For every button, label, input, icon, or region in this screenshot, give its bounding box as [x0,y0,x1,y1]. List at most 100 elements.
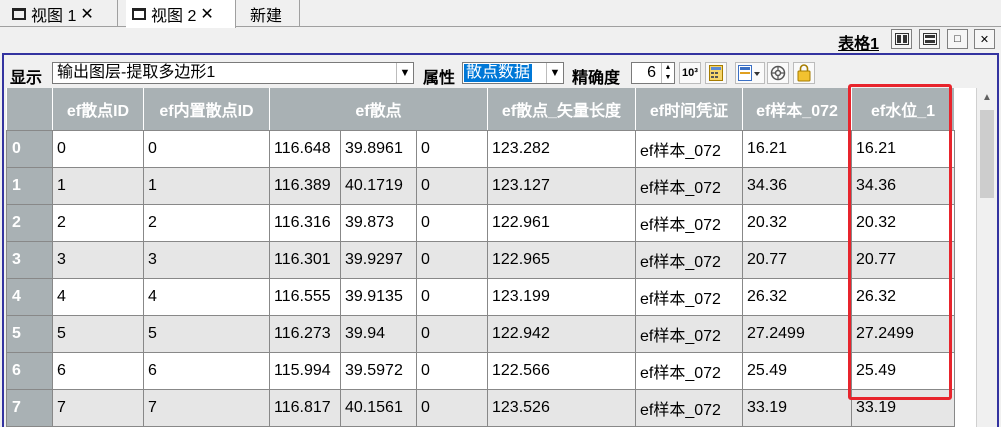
table-cell[interactable]: 122.942 [487,314,636,353]
tab-view-1[interactable]: 视图 1 ✕ [6,0,118,27]
scroll-up-icon[interactable]: ▲ [977,88,997,108]
table-cell[interactable]: 116.648 [269,129,341,168]
table-cell[interactable]: 123.127 [487,166,636,205]
table-cell[interactable]: ef样本_072 [635,166,743,205]
table-row[interactable]: 0 0 0 116.648 39.8961 0 123.282 ef样本_072 16.21 16… [6,129,955,168]
table-cell[interactable]: ef样本_072 [635,314,743,353]
table-cell[interactable]: 6 [52,351,144,390]
table-cell[interactable]: 0 [52,129,144,168]
row-header[interactable]: 4 [6,277,53,316]
table-cell[interactable]: 116.555 [269,277,341,316]
spin-arrows-icon[interactable]: ▲ ▼ [661,63,674,83]
table-cell[interactable]: ef样本_072 [635,277,743,316]
table-cell[interactable]: 1 [52,166,144,205]
table-cell[interactable]: 33.19 [742,388,852,427]
layout-columns-icon[interactable] [891,29,912,49]
table-cell[interactable]: 20.32 [851,203,955,242]
table-cell[interactable]: 25.49 [742,351,852,390]
settings-wheel-icon[interactable] [767,62,789,84]
table-cell[interactable]: 116.389 [269,166,341,205]
table-cell[interactable]: 0 [416,240,488,279]
table-row[interactable]: 3 3 3 116.301 39.9297 0 122.965 ef样本_072 20.77 20… [6,240,955,279]
table-cell[interactable]: 123.526 [487,388,636,427]
close-icon[interactable]: ✕ [200,4,213,24]
table-cell[interactable]: 0 [416,314,488,353]
column-header[interactable]: ef散点_矢量长度 [487,88,636,131]
close-icon[interactable]: ✕ [80,4,93,24]
table-row[interactable]: 6 6 6 115.994 39.5972 0 122.566 ef样本_072 25.49 25… [6,351,955,390]
corner-header[interactable] [6,88,53,131]
table-cell[interactable]: ef样本_072 [635,203,743,242]
table-cell[interactable]: 27.2499 [851,314,955,353]
table-cell[interactable]: 4 [143,277,270,316]
table-cell[interactable]: ef样本_072 [635,351,743,390]
table-cell[interactable]: 122.961 [487,203,636,242]
row-header[interactable]: 0 [6,129,53,168]
precision-stepper[interactable]: 6 ▲ ▼ [631,62,675,84]
table-cell[interactable]: 0 [416,351,488,390]
table-cell[interactable]: 123.199 [487,277,636,316]
table-cell[interactable]: 122.566 [487,351,636,390]
table-cell[interactable]: 0 [416,277,488,316]
table-cell[interactable]: 16.21 [742,129,852,168]
table-cell[interactable]: 39.94 [340,314,417,353]
table-cell[interactable]: 122.965 [487,240,636,279]
table-cell[interactable]: 3 [143,240,270,279]
table-row[interactable]: 1 1 1 116.389 40.1719 0 123.127 ef样本_072 34.36 34… [6,166,955,205]
table-row[interactable]: 7 7 7 116.817 40.1561 0 123.526 ef样本_072 33.19 33… [6,388,955,427]
table-cell[interactable]: 2 [143,203,270,242]
calculator-icon[interactable] [705,62,727,84]
layer-select[interactable]: 输出图层-提取多边形1 ▼ [52,62,414,84]
table-cell[interactable]: 26.32 [851,277,955,316]
table-cell[interactable]: 5 [52,314,144,353]
table-row[interactable]: 2 2 2 116.316 39.873 0 122.961 ef样本_072 20.32 20.… [6,203,955,242]
lock-icon[interactable] [793,62,815,84]
layout-rows-icon[interactable] [919,29,940,49]
column-chooser-icon[interactable] [735,62,765,84]
table-cell[interactable]: 40.1719 [340,166,417,205]
table-cell[interactable]: 2 [52,203,144,242]
table-cell[interactable]: 6 [143,351,270,390]
data-grid[interactable]: ef散点ID ef内置散点ID ef散点 ef散点_矢量长度 ef时间凭证 ef… [6,88,976,427]
table-cell[interactable]: 0 [143,129,270,168]
table-cell[interactable]: 116.273 [269,314,341,353]
column-header[interactable]: ef水位_1 [851,88,955,131]
table-cell[interactable]: 20.77 [851,240,955,279]
column-header[interactable]: ef时间凭证 [635,88,743,131]
table-cell[interactable]: 116.817 [269,388,341,427]
table-cell[interactable]: ef样本_072 [635,388,743,427]
table-cell[interactable]: 3 [52,240,144,279]
close-icon[interactable]: ✕ [974,29,995,49]
row-header[interactable]: 2 [6,203,53,242]
table-cell[interactable]: 116.316 [269,203,341,242]
table-cell[interactable]: 116.301 [269,240,341,279]
table-cell[interactable]: 26.32 [742,277,852,316]
table-row[interactable]: 4 4 4 116.555 39.9135 0 123.199 ef样本_072 26.32 26… [6,277,955,316]
row-header[interactable]: 3 [6,240,53,279]
table-cell[interactable]: 40.1561 [340,388,417,427]
table-row[interactable]: 5 5 5 116.273 39.94 0 122.942 ef样本_072 27.2499 27… [6,314,955,353]
table-cell[interactable]: 39.9297 [340,240,417,279]
table-cell[interactable]: 39.5972 [340,351,417,390]
table-cell[interactable]: 0 [416,129,488,168]
column-header[interactable]: ef散点 [269,88,488,131]
table-cell[interactable]: 0 [416,388,488,427]
table-cell[interactable]: 0 [416,203,488,242]
tab-view-2[interactable]: 视图 2 ✕ [126,0,236,28]
scientific-notation-icon[interactable]: 10³ [679,62,701,84]
table-cell[interactable]: 5 [143,314,270,353]
table-cell[interactable]: 27.2499 [742,314,852,353]
table-cell[interactable]: 20.77 [742,240,852,279]
row-header[interactable]: 1 [6,166,53,205]
column-header[interactable]: ef内置散点ID [143,88,270,131]
table-cell[interactable]: 4 [52,277,144,316]
row-header[interactable]: 7 [6,388,53,427]
table-cell[interactable]: 16.21 [851,129,955,168]
tab-new[interactable]: 新建 [238,0,300,27]
column-header[interactable]: ef散点ID [52,88,144,131]
row-header[interactable]: 6 [6,351,53,390]
table-cell[interactable]: 115.994 [269,351,341,390]
table-cell[interactable]: 20.32 [742,203,852,242]
table-cell[interactable]: 39.873 [340,203,417,242]
table-cell[interactable]: 39.9135 [340,277,417,316]
